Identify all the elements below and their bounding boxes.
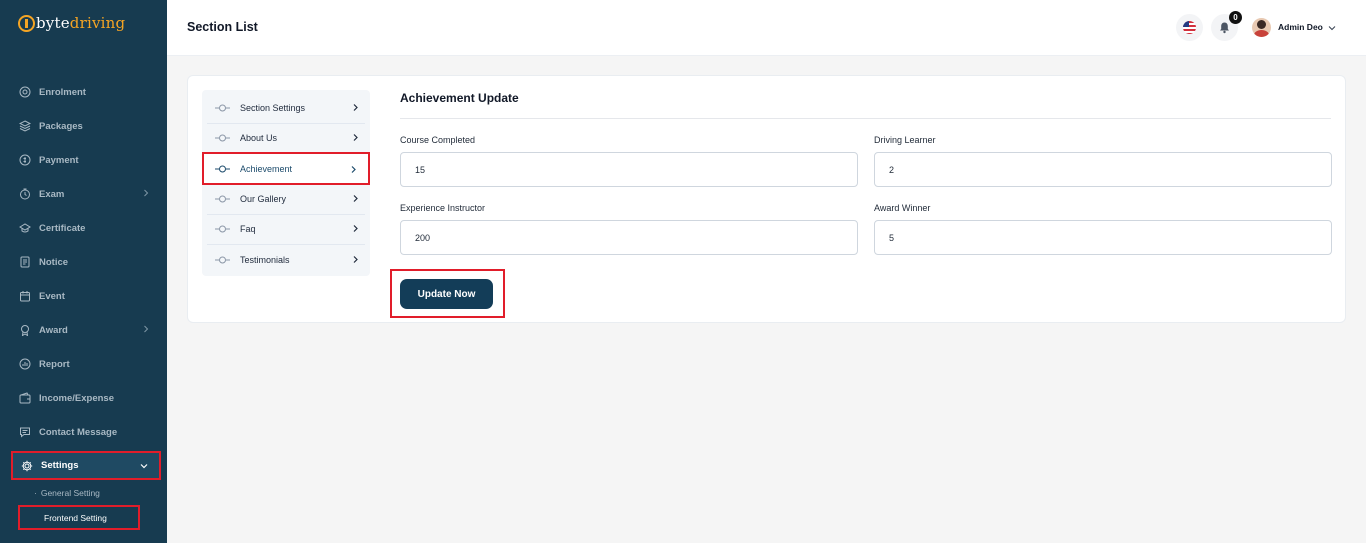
message-icon <box>19 426 31 438</box>
user-name[interactable]: Admin Deo <box>1278 22 1323 32</box>
page-title: Section List <box>187 20 258 34</box>
language-selector[interactable] <box>1176 14 1203 41</box>
bullet-dot-icon: · <box>34 488 37 498</box>
brand-logo[interactable]: byte driving <box>18 14 125 32</box>
sidebar-item-award[interactable]: Award <box>11 316 161 344</box>
section-item-label: About Us <box>240 133 278 143</box>
sidebar-item-contact-message[interactable]: Contact Message <box>11 418 161 446</box>
packages-icon <box>19 120 31 132</box>
node-icon <box>215 104 230 112</box>
sidebar-item-label: Packages <box>39 120 83 132</box>
section-item-achievement[interactable]: Achievement <box>202 152 370 185</box>
steering-wheel-icon <box>18 14 35 32</box>
sidebar-item-packages[interactable]: Packages <box>11 112 161 140</box>
sidebar-item-event[interactable]: Event <box>11 282 161 310</box>
chevron-right-icon <box>353 104 358 111</box>
section-item-our-gallery[interactable]: Our Gallery <box>202 184 370 214</box>
update-now-button[interactable]: Update Now <box>400 279 493 309</box>
notification-badge: 0 <box>1229 11 1242 24</box>
chevron-down-icon[interactable] <box>1327 23 1337 33</box>
form-title: Achievement Update <box>400 91 519 105</box>
sidebar-item-exam[interactable]: Exam <box>11 180 161 208</box>
award-winner-input[interactable] <box>874 220 1332 255</box>
sidebar-item-payment[interactable]: Payment <box>11 146 161 174</box>
sidebar-item-label: Contact Message <box>39 426 118 438</box>
chevron-right-icon <box>353 195 358 202</box>
sidebar-subitem-general-setting[interactable]: · General Setting <box>34 488 100 498</box>
driving-learner-label: Driving Learner <box>874 135 936 145</box>
section-item-label: Our Gallery <box>240 194 287 204</box>
experience-instructor-input[interactable] <box>400 220 858 255</box>
sidebar-item-label: Report <box>39 358 70 370</box>
award-winner-label: Award Winner <box>874 203 931 213</box>
sidebar-item-label: Certificate <box>39 222 86 234</box>
node-icon <box>215 256 230 264</box>
brand-name-part1: byte <box>36 14 70 32</box>
avatar[interactable] <box>1252 18 1271 37</box>
sidebar-item-label: Payment <box>39 154 79 166</box>
node-icon <box>215 134 230 142</box>
chevron-right-icon <box>353 256 358 263</box>
brand-name-part2: driving <box>69 14 126 32</box>
sidebar-item-label: Exam <box>39 188 65 200</box>
us-flag-icon <box>1183 21 1196 34</box>
subitem-label: General Setting <box>40 488 100 498</box>
sidebar-item-label: Income/Expense <box>39 392 114 404</box>
sidebar-item-certificate[interactable]: Certificate <box>11 214 161 242</box>
sidebar-item-label: Event <box>39 290 65 302</box>
sidebar-item-label: Notice <box>39 256 69 268</box>
sidebar-item-label: Award <box>39 324 68 336</box>
sidebar-item-label: Settings <box>41 460 79 471</box>
node-icon <box>215 165 230 172</box>
section-item-label: Section Settings <box>240 103 306 113</box>
section-item-label: Faq <box>240 224 256 234</box>
wallet-icon <box>19 392 31 404</box>
section-item-testimonials[interactable]: Testimonials <box>202 245 370 275</box>
section-item-label: Testimonials <box>240 255 290 265</box>
driving-learner-input[interactable] <box>874 152 1332 187</box>
section-item-section-settings[interactable]: Section Settings <box>202 93 370 123</box>
enrolment-icon <box>19 86 31 98</box>
award-icon <box>19 324 31 336</box>
sidebar-item-settings[interactable]: Settings <box>11 451 161 480</box>
chevron-right-icon <box>353 134 358 141</box>
notice-icon <box>19 256 31 268</box>
divider <box>400 118 1331 119</box>
sidebar-item-notice[interactable]: Notice <box>11 248 161 276</box>
section-item-label: Achievement <box>240 163 293 174</box>
exam-icon <box>19 188 31 200</box>
gear-icon <box>21 460 33 472</box>
chevron-right-icon <box>144 325 149 333</box>
chevron-right-icon <box>353 225 358 232</box>
node-icon <box>215 225 230 233</box>
chevron-right-icon <box>351 166 356 173</box>
experience-instructor-label: Experience Instructor <box>400 203 486 213</box>
section-item-about-us[interactable]: About Us <box>202 123 370 153</box>
event-icon <box>19 290 31 302</box>
chevron-right-icon <box>144 189 149 197</box>
chevron-down-icon <box>140 464 148 469</box>
report-icon <box>19 358 31 370</box>
payment-icon <box>19 154 31 166</box>
section-item-faq[interactable]: Faq <box>202 214 370 244</box>
sidebar-item-report[interactable]: Report <box>11 350 161 378</box>
top-header: Section List 0 Admin Deo <box>167 0 1366 56</box>
sidebar-subitem-frontend-setting[interactable]: Frontend Setting <box>18 505 140 530</box>
sidebar: byte driving Enrolment Packages Payment E… <box>0 0 167 543</box>
course-completed-input[interactable] <box>400 152 858 187</box>
node-icon <box>215 195 230 203</box>
sidebar-item-enrolment[interactable]: Enrolment <box>11 78 161 106</box>
course-completed-label: Course Completed <box>400 135 476 145</box>
bell-icon <box>1220 22 1229 34</box>
sidebar-item-label: Enrolment <box>39 86 86 98</box>
certificate-icon <box>19 222 31 234</box>
sidebar-item-income-expense[interactable]: Income/Expense <box>11 384 161 412</box>
subitem-label: Frontend Setting <box>44 512 107 523</box>
